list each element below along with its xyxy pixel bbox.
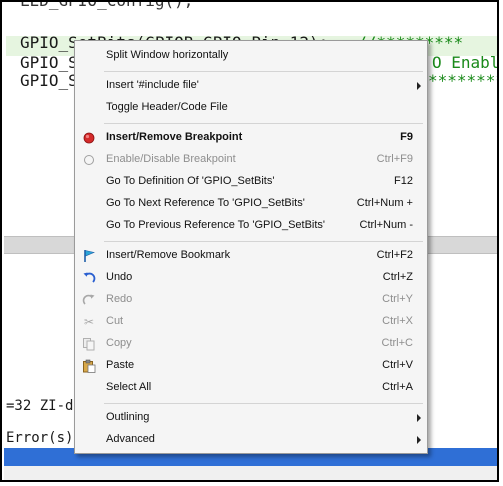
menu-item-copy[interactable]: Copy Ctrl+C [75,333,427,355]
menu-item-label: Split Window horizontally [106,49,229,61]
menu-item-label: Redo [106,293,133,305]
breakpoint-icon [81,130,97,146]
paste-clipboard-icon [81,358,97,374]
breakpoint-outline-icon [81,152,97,168]
bookmark-flag-icon [81,248,97,264]
menu-item-enable-breakpoint[interactable]: Enable/Disable Breakpoint Ctrl+F9 [75,149,427,171]
menu-item-toggle-header[interactable]: Toggle Header/Code File [75,97,427,119]
code-line-3-comment: ********* [428,71,497,90]
code-line-3-code: GPIO_S [20,71,78,90]
menu-item-cut[interactable]: ✂ Cut Ctrl+X [75,311,427,333]
menu-item-select-all[interactable]: Select All Ctrl+A [75,377,427,399]
menu-item-split-window[interactable]: Split Window horizontally [75,45,427,67]
menu-item-goto-prev-reference[interactable]: Go To Previous Reference To 'GPIO_SetBit… [75,215,427,237]
menu-item-label: Cut [106,315,124,327]
menu-item-redo[interactable]: Redo Ctrl+Y [75,289,427,311]
menu-item-shortcut: Ctrl+Y [382,293,413,305]
menu-item-insert-include[interactable]: Insert '#include file' [75,75,427,97]
menu-item-advanced[interactable]: Advanced [75,429,427,451]
menu-item-label: Go To Definition Of 'GPIO_SetBits' [106,175,275,187]
copy-icon [81,336,97,352]
menu-item-shortcut: Ctrl+Z [382,271,413,283]
menu-item-shortcut: Ctrl+X [382,315,413,327]
menu-item-shortcut: Ctrl+C [381,337,413,349]
menu-item-shortcut: F12 [394,175,413,187]
redo-icon [81,292,97,308]
menu-separator [104,403,423,404]
menu-item-label: Insert/Remove Bookmark [106,249,231,261]
menu-item-undo[interactable]: Undo Ctrl+Z [75,267,427,289]
context-menu: Split Window horizontally Insert '#inclu… [74,40,428,454]
menu-item-shortcut: Ctrl+F9 [376,153,413,165]
menu-item-label: Go To Next Reference To 'GPIO_SetBits' [106,197,305,209]
menu-item-shortcut: Ctrl+F2 [376,249,413,261]
code-line-2[interactable]: GPIO_S [20,54,78,72]
code-line-3[interactable]: GPIO_S [20,72,78,90]
screenshot-frame: LED_GPIO_Config(); GPIO_SetBits(GPIOB,GP… [0,0,499,482]
menu-separator [104,241,423,242]
output-line-1: =32 ZI-da [6,398,82,414]
menu-item-label: Paste [106,359,135,371]
undo-icon [81,270,97,286]
menu-item-goto-definition[interactable]: Go To Definition Of 'GPIO_SetBits' F12 [75,171,427,193]
menu-item-insert-breakpoint[interactable]: Insert/Remove Breakpoint F9 [75,127,427,149]
menu-item-shortcut: Ctrl+Num + [356,197,413,209]
menu-item-outlining[interactable]: Outlining [75,407,427,429]
menu-item-shortcut: Ctrl+Num - [359,219,413,231]
menu-separator [104,71,423,72]
submenu-arrow-icon [417,436,421,444]
menu-item-label: Advanced [106,433,155,445]
scissors-icon: ✂ [83,315,95,329]
menu-item-paste[interactable]: Paste Ctrl+V [75,355,427,377]
menu-item-label: Outlining [106,411,150,423]
menu-item-label: Go To Previous Reference To 'GPIO_SetBit… [106,219,326,231]
output-line-2: Error(s), [6,430,82,446]
menu-item-label: Toggle Header/Code File [106,101,228,113]
menu-separator [104,123,423,124]
code-line-top: LED_GPIO_Config(); [20,0,194,10]
menu-item-shortcut: Ctrl+A [382,381,413,393]
submenu-arrow-icon [417,414,421,422]
menu-item-label: Undo [106,271,133,283]
menu-item-bookmark[interactable]: Insert/Remove Bookmark Ctrl+F2 [75,245,427,267]
code-line-2-comment: O Enabl [432,53,499,72]
menu-item-shortcut: F9 [400,131,413,143]
menu-item-label: Select All [106,381,152,393]
menu-item-goto-next-reference[interactable]: Go To Next Reference To 'GPIO_SetBits' C… [75,193,427,215]
code-line-2-code: GPIO_S [20,53,78,72]
menu-item-label: Insert '#include file' [106,79,199,91]
menu-item-label: Enable/Disable Breakpoint [106,153,236,165]
menu-item-label: Copy [106,337,132,349]
menu-item-label: Insert/Remove Breakpoint [106,131,243,143]
menu-item-shortcut: Ctrl+V [382,359,413,371]
bottom-strip [4,466,497,480]
submenu-arrow-icon [417,82,421,90]
